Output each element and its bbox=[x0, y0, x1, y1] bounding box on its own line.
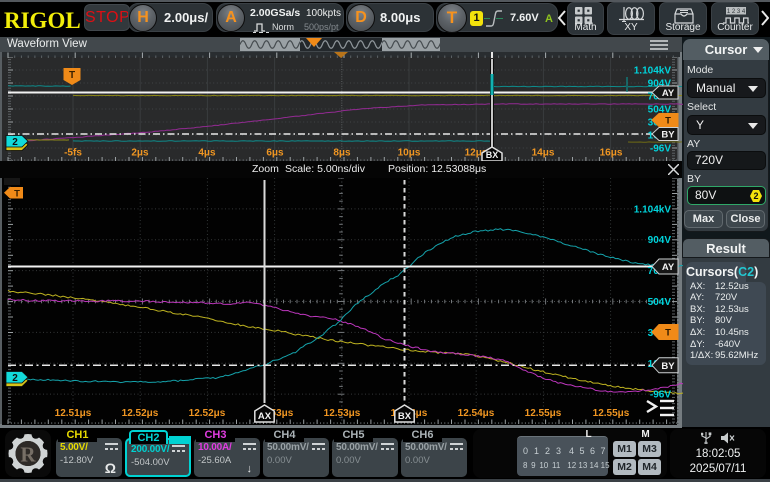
svg-text:8μs: 8μs bbox=[333, 148, 351, 159]
svg-text:10μs: 10μs bbox=[398, 148, 421, 159]
svg-text:T: T bbox=[665, 328, 671, 339]
svg-text:904V: 904V bbox=[648, 235, 672, 246]
svg-text:16μs: 16μs bbox=[600, 148, 623, 159]
svg-text:12.52μs: 12.52μs bbox=[189, 408, 226, 419]
svg-text:-96V: -96V bbox=[650, 144, 671, 155]
svg-text:12.55μs: 12.55μs bbox=[525, 408, 562, 419]
svg-text:14μs: 14μs bbox=[532, 148, 555, 159]
svg-text:-96V: -96V bbox=[650, 390, 671, 401]
svg-text:AY: AY bbox=[662, 88, 675, 99]
svg-text:2: 2 bbox=[12, 137, 18, 148]
svg-text:AX: AX bbox=[258, 411, 272, 422]
svg-text:1.104kV: 1.104kV bbox=[634, 66, 672, 77]
svg-text:BX: BX bbox=[398, 411, 412, 422]
svg-text:6μs: 6μs bbox=[266, 148, 284, 159]
svg-text:12.51μs: 12.51μs bbox=[55, 408, 92, 419]
svg-text:T: T bbox=[665, 116, 671, 127]
svg-text:504V: 504V bbox=[648, 297, 672, 308]
svg-text:2μs: 2μs bbox=[131, 148, 149, 159]
svg-text:1.104kV: 1.104kV bbox=[634, 204, 672, 215]
svg-text:12.55μs: 12.55μs bbox=[593, 408, 630, 419]
svg-text:12.52μs: 12.52μs bbox=[122, 408, 159, 419]
svg-text:2: 2 bbox=[753, 191, 758, 201]
svg-text:4μs: 4μs bbox=[198, 148, 216, 159]
svg-text:-5fs: -5fs bbox=[64, 148, 82, 159]
svg-text:T: T bbox=[69, 70, 75, 81]
svg-text:2: 2 bbox=[12, 373, 18, 384]
svg-text:12.53μs: 12.53μs bbox=[324, 408, 361, 419]
svg-text:BY: BY bbox=[661, 130, 675, 141]
svg-text:AY: AY bbox=[662, 262, 675, 273]
svg-text:BX: BX bbox=[486, 150, 499, 160]
svg-text:T: T bbox=[14, 188, 20, 199]
svg-text:1 2 3 4: 1 2 3 4 bbox=[727, 9, 746, 15]
svg-text:BY: BY bbox=[661, 361, 675, 372]
svg-text:12.54μs: 12.54μs bbox=[458, 408, 495, 419]
svg-text:R: R bbox=[20, 443, 36, 467]
